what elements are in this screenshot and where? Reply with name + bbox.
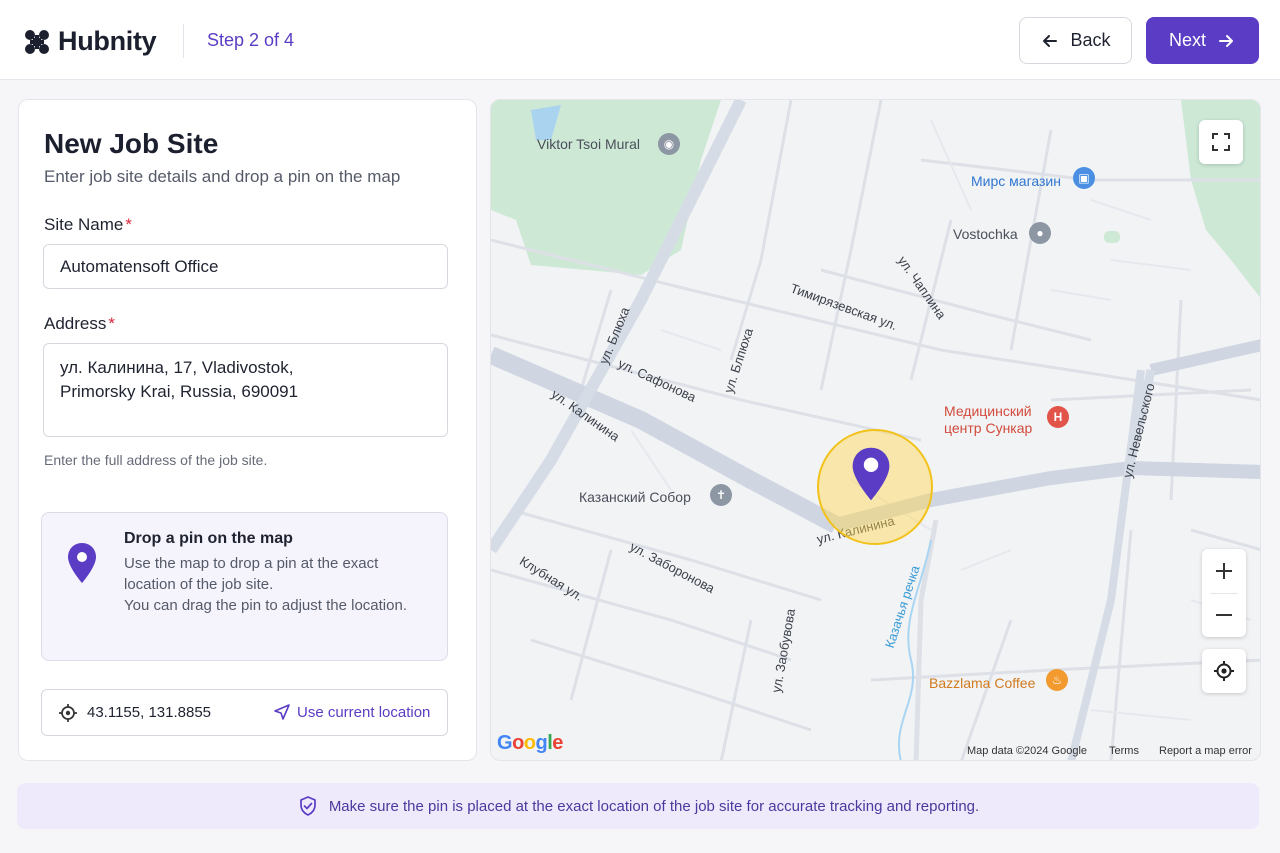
fullscreen-button[interactable] [1199,120,1243,164]
job-site-form-card: New Job Site Enter job site details and … [18,99,477,761]
park-area [1104,231,1120,243]
navigation-arrow-icon [274,704,290,720]
site-name-input[interactable]: Automatensoft Office [43,244,448,289]
header-divider [183,24,184,58]
address-line-2: Primorsky Krai, Russia, 690091 [60,382,299,401]
zoom-in-button[interactable] [1202,549,1246,593]
map-place-label[interactable]: Vostochka [953,226,1018,242]
tiny-streets [630,119,1252,721]
map-place-label[interactable]: центр Сункар [944,420,1032,436]
map-place-label[interactable]: Медицинский [944,403,1032,419]
step-indicator: Step 2 of 4 [207,30,295,50]
report-map-error-link[interactable]: Report a map error [1159,745,1252,757]
page-subtitle: Enter job site details and drop a pin on… [44,167,401,186]
address-label: Address * [44,314,115,333]
minus-icon [1216,614,1232,616]
coordinates-value: 43.1155, 131.8855 [87,704,212,721]
my-location-button[interactable] [1202,649,1246,693]
drop-pin-title: Drop a pin on the map [124,530,293,547]
place-poi-icon[interactable]: ● [1029,222,1051,244]
map-pin-marker-icon[interactable] [850,445,892,503]
road-northeast [1149,339,1260,376]
fullscreen-icon [1212,133,1230,151]
required-mark: * [125,215,132,234]
hubnity-logo-icon [25,29,49,54]
coordinates-bar: 43.1155, 131.8855 Use current location [41,689,448,736]
arrow-left-icon [1043,34,1058,47]
required-mark: * [108,314,115,333]
map-attribution: Map data ©2024 Google [967,745,1088,757]
drop-pin-desc-1: Use the map to drop a pin at the exact l… [124,555,379,593]
page-title: New Job Site [44,128,219,159]
terms-link[interactable]: Terms [1109,745,1139,757]
logo-text: Hubnity [58,26,157,56]
drop-pin-desc-2: You can drag the pin to adjust the locat… [124,597,407,614]
map-place-label[interactable]: Viktor Tsoi Mural [537,136,640,152]
back-button-label: Back [1070,30,1111,50]
church-poi-icon[interactable]: ✝ [710,484,732,506]
use-current-location-link[interactable]: Use current location [273,703,430,721]
next-button-label: Next [1168,30,1206,50]
crosshair-icon [1214,661,1234,681]
use-current-location-label: Use current location [297,703,431,721]
crosshair-icon [59,704,77,722]
map-place-label[interactable]: Казанский Собор [579,489,691,505]
google-logo[interactable]: Google [497,732,563,755]
address-textarea[interactable]: ул. Калинина, 17, Vladivostok, Primorsky… [43,343,448,437]
info-banner: Make sure the pin is placed at the exact… [17,783,1259,829]
info-banner-text: Make sure the pin is placed at the exact… [328,797,980,815]
map-view[interactable]: Viktor Tsoi Mural ◉ Мирс магазин ▣ Vosto… [490,99,1261,761]
address-line-1: ул. Калинина, 17, Vladivostok, [60,358,294,377]
site-name-value: Automatensoft Office [60,256,219,276]
zoom-controls [1202,549,1246,637]
address-hint: Enter the full address of the job site. [44,452,268,468]
next-button[interactable]: Next [1146,17,1259,64]
site-name-label: Site Name * [44,215,132,234]
arrow-right-icon [1219,34,1233,47]
hospital-icon[interactable]: H [1047,406,1069,428]
zoom-out-button[interactable] [1202,593,1246,637]
plus-icon [1216,563,1232,579]
camera-poi-icon[interactable]: ◉ [658,133,680,155]
back-button[interactable]: Back [1019,17,1132,64]
shopping-bag-icon[interactable]: ▣ [1073,167,1095,189]
map-place-label[interactable]: Bazzlama Coffee [929,675,1035,691]
logo[interactable]: Hubnity [24,26,157,57]
map-place-label[interactable]: Мирс магазин [971,173,1061,189]
shield-check-icon [299,796,316,816]
road-south [913,519,939,760]
map-pin-icon [68,543,96,583]
drop-pin-description: Use the map to drop a pin at the exact l… [124,553,424,616]
drop-pin-info-box: Drop a pin on the map Use the map to dro… [41,512,448,661]
coffee-cup-icon[interactable]: ♨ [1046,669,1068,691]
top-bar: Hubnity Step 2 of 4 Back Next [0,0,1280,80]
